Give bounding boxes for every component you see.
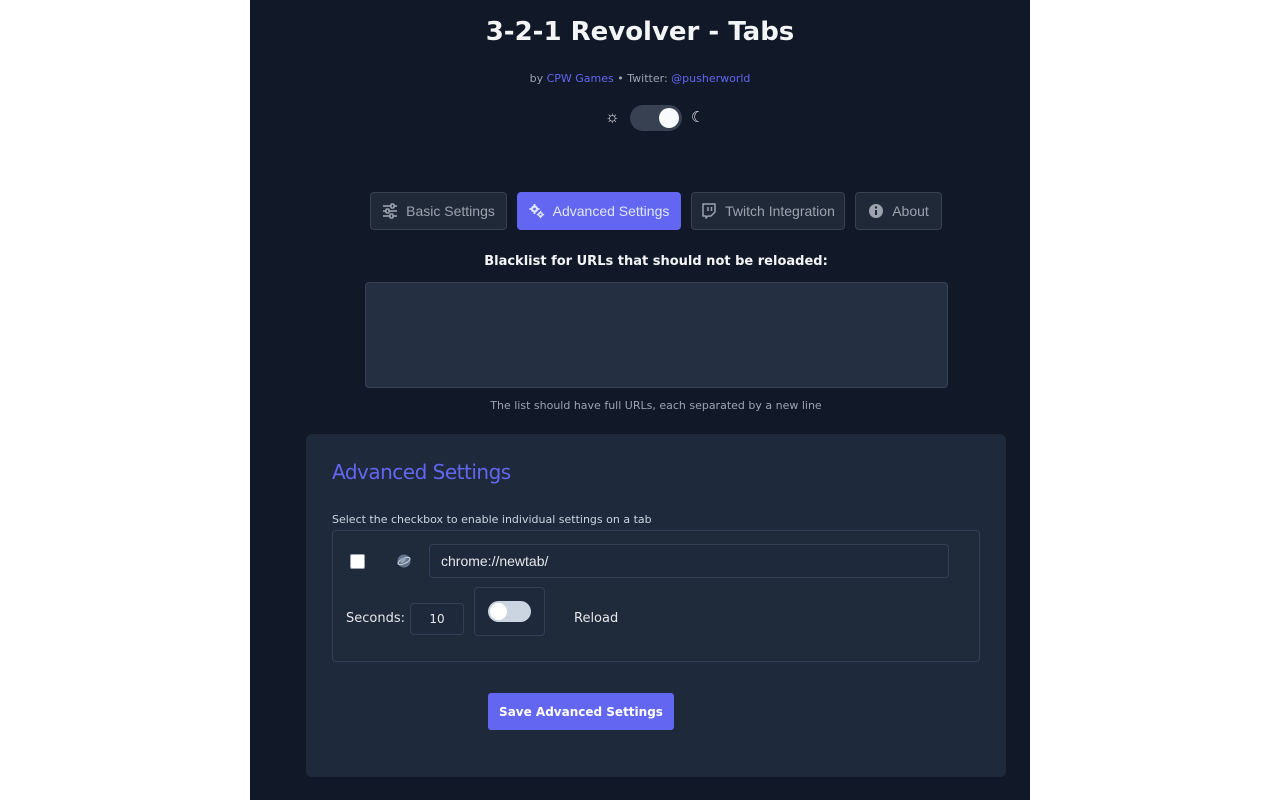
by-prefix: by [529,72,544,85]
options-page: 3-2-1 Revolver - Tabs by CPW Games • Twi… [250,0,1030,800]
reload-toggle-container [474,587,545,636]
sun-icon: ☼ [605,109,620,126]
blacklist-label: Blacklist for URLs that should not be re… [484,254,828,269]
page-title: 3-2-1 Revolver - Tabs [485,17,795,47]
tab-label: About [892,203,929,219]
tab-about[interactable]: About [855,192,942,230]
blacklist-hint: The list should have full URLs, each sep… [490,399,822,412]
theme-switcher: ☼ ☾ [605,104,705,132]
advanced-settings-card: Advanced Settings Select the checkbox to… [306,434,1006,777]
tab-basic-settings[interactable]: Basic Settings [370,192,507,230]
seconds-input[interactable] [410,603,464,635]
reload-toggle[interactable] [488,601,531,622]
tab-label: Twitch Integration [725,203,835,219]
twitter-link[interactable]: @pusherworld [671,72,750,85]
tab-enable-checkbox[interactable] [350,554,365,569]
card-hint: Select the checkbox to enable individual… [332,513,652,526]
tab-label: Basic Settings [406,203,495,219]
theme-toggle-knob [659,108,679,128]
tab-twitch-integration[interactable]: Twitch Integration [691,192,845,230]
reload-label: Reload [574,611,619,626]
gears-icon [529,204,544,219]
moon-icon: ☾ [691,109,705,126]
tab-settings-row: Seconds: Reload [332,530,980,662]
byline: by CPW Games • Twitter: @pusherworld [250,72,1030,85]
reload-toggle-knob [490,603,507,620]
blacklist-textarea[interactable] [365,282,948,388]
info-icon [869,204,884,218]
card-title: Advanced Settings [332,460,511,484]
seconds-label: Seconds: [346,611,405,626]
tab-url-input[interactable] [429,544,949,578]
tab-label: Advanced Settings [552,203,670,219]
globe-icon [397,554,411,568]
theme-toggle[interactable] [630,105,682,131]
author-link[interactable]: CPW Games [547,72,614,85]
twitch-icon [702,203,716,219]
sliders-icon [383,203,398,219]
byline-separator: • [617,72,624,85]
twitter-prefix: Twitter: [627,72,668,85]
tab-advanced-settings[interactable]: Advanced Settings [517,192,681,230]
save-advanced-settings-button[interactable]: Save Advanced Settings [488,693,674,730]
